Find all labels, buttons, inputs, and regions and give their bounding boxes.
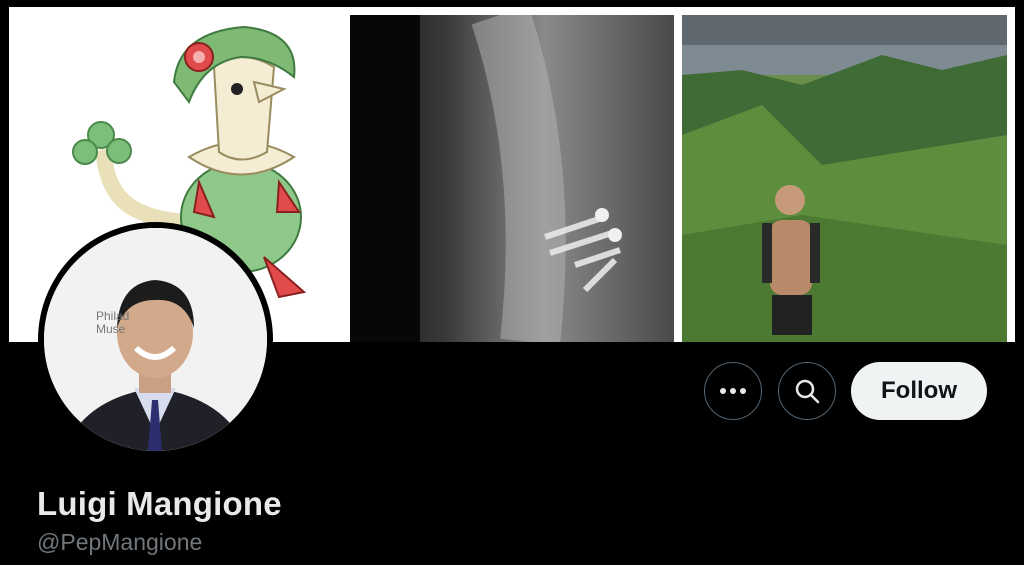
profile-handle: @PepMangione	[37, 529, 203, 555]
profile-name: Luigi Mangione	[37, 485, 282, 522]
search-button[interactable]	[778, 362, 836, 420]
search-icon	[795, 379, 820, 404]
more-horizontal-icon	[720, 388, 746, 394]
banner-image-hiker	[682, 15, 1007, 342]
avatar[interactable]: Philad Muse	[38, 222, 273, 457]
avatar-backdrop-text-2: Muse	[96, 322, 126, 336]
avatar-backdrop-text-1: Philad	[96, 309, 130, 323]
avatar-photo: Philad Muse	[44, 228, 267, 451]
banner-image-xray	[350, 15, 674, 342]
portrait-image	[44, 228, 267, 451]
profile-header: Philad Muse Follow Luigi Mangione @PepMa…	[9, 7, 1015, 565]
follow-button[interactable]: Follow	[851, 362, 987, 420]
more-button[interactable]	[704, 362, 762, 420]
xray-image	[350, 15, 674, 342]
hiker-photo	[682, 15, 1007, 342]
